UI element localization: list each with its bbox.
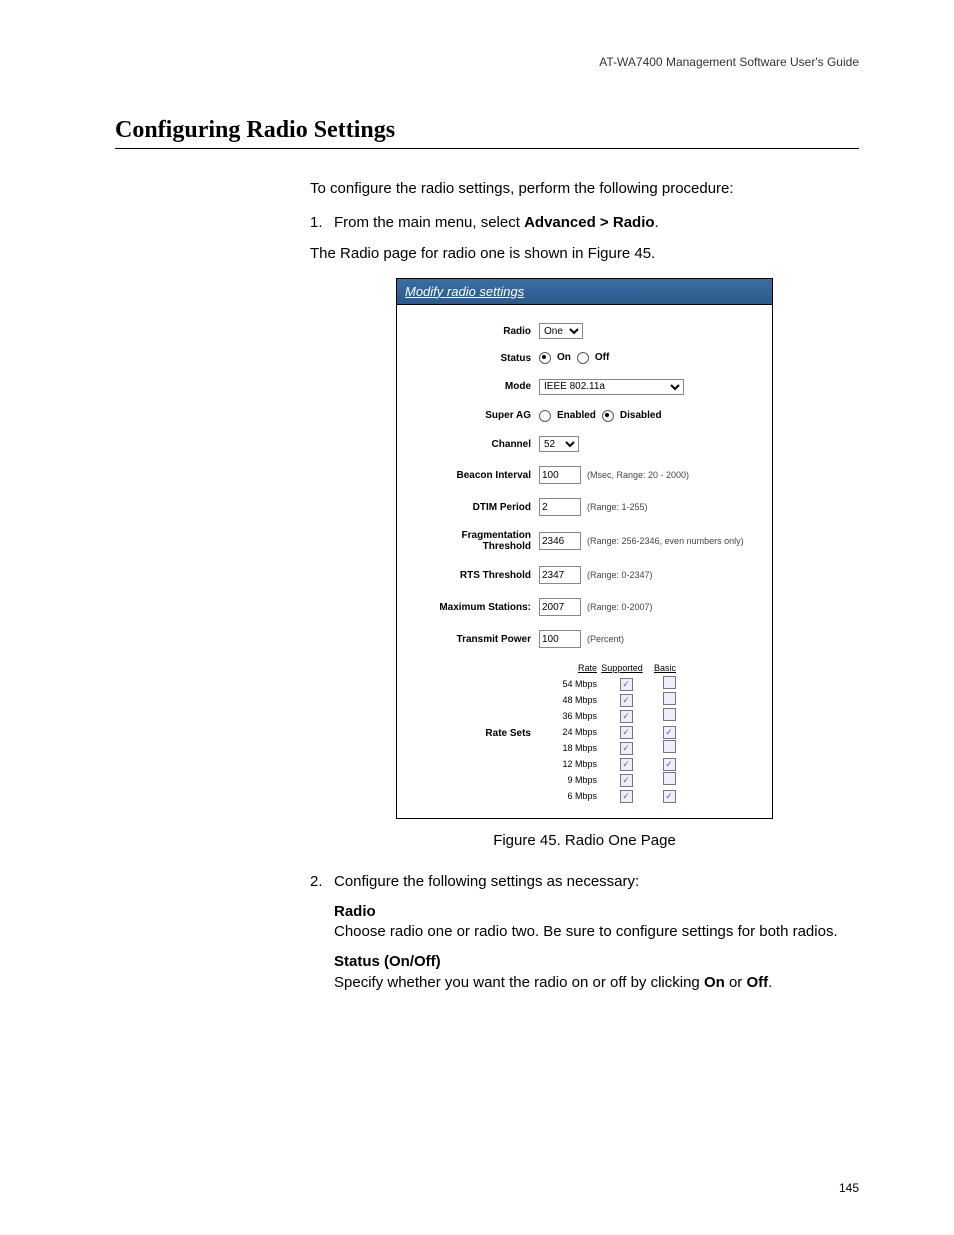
rate-row: 36 Mbps: [539, 708, 687, 724]
frag-hint: (Range: 256-2346, even numbers only): [587, 535, 744, 547]
frag-input[interactable]: [539, 532, 581, 550]
step-2-number: 2.: [310, 872, 334, 892]
rate-label: 6 Mbps: [539, 790, 601, 802]
maxsta-input[interactable]: [539, 598, 581, 616]
rate-row: 48 Mbps: [539, 692, 687, 708]
rate-supported-checkbox[interactable]: [620, 774, 633, 787]
step-2-text: Configure the following settings as nece…: [334, 872, 859, 892]
superag-enabled-radio[interactable]: [539, 410, 551, 422]
def-radio-term: Radio: [334, 902, 859, 922]
rate-supported-checkbox[interactable]: [620, 726, 633, 739]
step-1-note: The Radio page for radio one is shown in…: [310, 244, 859, 264]
rate-supported-checkbox[interactable]: [620, 710, 633, 723]
rate-basic-checkbox[interactable]: [663, 740, 676, 753]
rate-label: 24 Mbps: [539, 726, 601, 738]
def-radio-body: Choose radio one or radio two. Be sure t…: [334, 922, 859, 942]
label-mode: Mode: [411, 381, 539, 392]
rate-supported-checkbox[interactable]: [620, 742, 633, 755]
rate-row: 18 Mbps: [539, 740, 687, 756]
status-on-label: On: [557, 351, 571, 365]
rate-label: 9 Mbps: [539, 774, 601, 786]
label-superag: Super AG: [411, 410, 539, 421]
rate-sets-table: Rate Supported Basic 54 Mbps 48 Mbps 36 Mb…: [539, 662, 687, 804]
dtim-input[interactable]: [539, 498, 581, 516]
rate-label: 12 Mbps: [539, 758, 601, 770]
rate-label: 54 Mbps: [539, 678, 601, 690]
label-channel: Channel: [411, 439, 539, 450]
label-dtim: DTIM Period: [411, 502, 539, 513]
step-1: 1. From the main menu, select Advanced >…: [310, 213, 859, 233]
mode-select[interactable]: IEEE 802.11a: [539, 379, 684, 395]
step-1-pre: From the main menu, select: [334, 214, 524, 231]
rate-row: 24 Mbps: [539, 724, 687, 740]
rate-basic-checkbox[interactable]: [663, 676, 676, 689]
page-number: 145: [839, 1181, 859, 1195]
superag-enabled-label: Enabled: [557, 409, 596, 423]
rts-input[interactable]: [539, 566, 581, 584]
label-beacon: Beacon Interval: [411, 470, 539, 481]
rate-basic-checkbox[interactable]: [663, 726, 676, 739]
status-on-radio[interactable]: [539, 352, 551, 364]
rate-row: 9 Mbps: [539, 772, 687, 788]
step-2: 2. Configure the following settings as n…: [310, 872, 859, 892]
superag-disabled-radio[interactable]: [602, 410, 614, 422]
intro-text: To configure the radio settings, perform…: [310, 179, 859, 199]
maxsta-hint: (Range: 0-2007): [587, 601, 653, 613]
label-status: Status: [411, 353, 539, 364]
rate-basic-checkbox[interactable]: [663, 692, 676, 705]
label-ratesets: Rate Sets: [411, 727, 539, 741]
label-rts: RTS Threshold: [411, 570, 539, 581]
figure-caption: Figure 45. Radio One Page: [310, 831, 859, 851]
step-1-menu-path: Advanced > Radio: [524, 214, 654, 231]
rate-row: 54 Mbps: [539, 676, 687, 692]
step-1-post: .: [655, 214, 659, 231]
rate-supported-checkbox[interactable]: [620, 790, 633, 803]
figure-45: Modify radio settings Radio One Status O…: [396, 278, 773, 820]
rate-row: 6 Mbps: [539, 788, 687, 804]
rate-label: 18 Mbps: [539, 742, 601, 754]
txpower-input[interactable]: [539, 630, 581, 648]
rate-supported-checkbox[interactable]: [620, 678, 633, 691]
label-frag: Fragmentation Threshold: [411, 530, 539, 552]
superag-disabled-label: Disabled: [620, 409, 662, 423]
rts-hint: (Range: 0-2347): [587, 569, 653, 581]
channel-select[interactable]: 52: [539, 436, 579, 452]
txpower-hint: (Percent): [587, 633, 624, 645]
rate-label: 48 Mbps: [539, 694, 601, 706]
rate-header-basic: Basic: [647, 662, 683, 674]
beacon-input[interactable]: [539, 466, 581, 484]
rate-header-supported: Supported: [597, 662, 647, 674]
step-1-number: 1.: [310, 213, 334, 233]
rate-basic-checkbox[interactable]: [663, 758, 676, 771]
rate-label: 36 Mbps: [539, 710, 601, 722]
rate-supported-checkbox[interactable]: [620, 758, 633, 771]
dtim-hint: (Range: 1-255): [587, 501, 648, 513]
beacon-hint: (Msec, Range: 20 - 2000): [587, 469, 689, 481]
status-off-radio[interactable]: [577, 352, 589, 364]
label-txpower: Transmit Power: [411, 634, 539, 645]
def-status-term: Status (On/Off): [334, 952, 859, 972]
section-heading: Configuring Radio Settings: [115, 117, 859, 149]
rate-header-rate: Rate: [539, 662, 597, 674]
rate-basic-checkbox[interactable]: [663, 772, 676, 785]
rate-row: 12 Mbps: [539, 756, 687, 772]
def-status-body: Specify whether you want the radio on or…: [334, 973, 859, 993]
label-radio: Radio: [411, 326, 539, 337]
rate-basic-checkbox[interactable]: [663, 708, 676, 721]
rate-basic-checkbox[interactable]: [663, 790, 676, 803]
status-off-label: Off: [595, 351, 609, 365]
radio-select[interactable]: One: [539, 323, 583, 339]
figure-title-bar: Modify radio settings: [397, 279, 772, 306]
rate-supported-checkbox[interactable]: [620, 694, 633, 707]
page-header: AT-WA7400 Management Software User's Gui…: [115, 55, 859, 69]
label-maxsta: Maximum Stations:: [411, 602, 539, 613]
